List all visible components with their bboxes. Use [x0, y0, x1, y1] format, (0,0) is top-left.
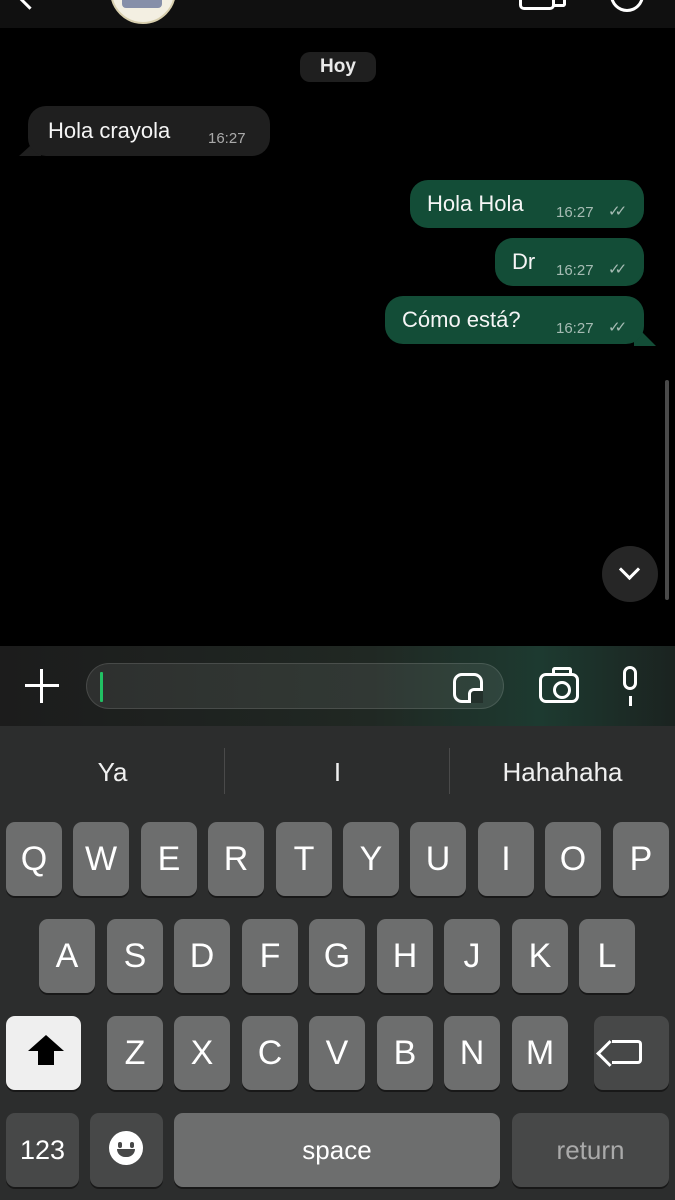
sticker-icon[interactable] — [453, 673, 483, 703]
key-n[interactable]: N — [444, 1016, 500, 1090]
space-key[interactable]: space — [174, 1113, 500, 1187]
text-caret — [100, 672, 103, 702]
key-c[interactable]: C — [242, 1016, 298, 1090]
key-o[interactable]: O — [545, 822, 601, 896]
chat-scrollbar[interactable] — [665, 380, 669, 600]
message-bubble-outgoing[interactable]: Dr 16:27 ✓✓ — [495, 238, 644, 286]
message-time: 16:27 — [208, 130, 246, 147]
read-receipt-icon: ✓✓ — [608, 319, 627, 336]
chevron-down-icon — [618, 558, 641, 581]
backspace-icon — [612, 1040, 642, 1064]
back-icon[interactable] — [13, 0, 46, 10]
key-q[interactable]: Q — [6, 822, 62, 896]
key-w[interactable]: W — [73, 822, 129, 896]
read-receipt-icon: ✓✓ — [608, 261, 627, 278]
emoji-icon — [109, 1131, 143, 1165]
key-y[interactable]: Y — [343, 822, 399, 896]
video-call-icon[interactable] — [519, 0, 566, 10]
key-p[interactable]: P — [613, 822, 669, 896]
key-b[interactable]: B — [377, 1016, 433, 1090]
chat-header — [0, 0, 675, 28]
attach-plus-icon[interactable] — [24, 668, 60, 704]
message-input-field[interactable] — [86, 663, 504, 710]
key-e[interactable]: E — [141, 822, 197, 896]
key-i[interactable]: I — [478, 822, 534, 896]
read-receipt-icon: ✓✓ — [608, 203, 627, 220]
suggestion-2[interactable]: I — [225, 726, 450, 818]
key-l[interactable]: L — [579, 919, 635, 993]
message-text: Cómo está? — [402, 307, 521, 332]
backspace-key[interactable] — [594, 1016, 669, 1090]
key-g[interactable]: G — [309, 919, 365, 993]
key-r[interactable]: R — [208, 822, 264, 896]
message-text: Hola Hola — [427, 191, 524, 216]
message-text: Hola crayola — [48, 118, 171, 143]
key-x[interactable]: X — [174, 1016, 230, 1090]
message-time: 16:27 — [556, 320, 594, 337]
key-m[interactable]: M — [512, 1016, 568, 1090]
message-time: 16:27 — [556, 204, 594, 221]
microphone-icon[interactable] — [617, 666, 643, 706]
suggestion-3[interactable]: Hahahaha — [450, 726, 675, 818]
shift-key[interactable] — [6, 1016, 81, 1090]
key-j[interactable]: J — [444, 919, 500, 993]
message-input[interactable] — [87, 664, 445, 710]
key-k[interactable]: K — [512, 919, 568, 993]
camera-icon[interactable] — [539, 667, 579, 703]
voice-call-icon[interactable] — [610, 0, 644, 12]
message-bubble-outgoing[interactable]: Hola Hola 16:27 ✓✓ — [410, 180, 644, 228]
message-text: Dr — [512, 249, 536, 274]
numbers-key[interactable]: 123 — [6, 1113, 79, 1187]
key-f[interactable]: F — [242, 919, 298, 993]
return-key[interactable]: return — [512, 1113, 669, 1187]
key-z[interactable]: Z — [107, 1016, 163, 1090]
shift-arrow-icon — [28, 1035, 64, 1065]
date-separator: Hoy — [300, 52, 376, 82]
scroll-to-bottom-button[interactable] — [602, 546, 658, 602]
key-d[interactable]: D — [174, 919, 230, 993]
contact-avatar[interactable] — [110, 0, 176, 24]
key-a[interactable]: A — [39, 919, 95, 993]
key-h[interactable]: H — [377, 919, 433, 993]
message-bubble-outgoing[interactable]: Cómo está? 16:27 ✓✓ — [385, 296, 644, 344]
key-s[interactable]: S — [107, 919, 163, 993]
key-u[interactable]: U — [410, 822, 466, 896]
key-v[interactable]: V — [309, 1016, 365, 1090]
message-bubble-incoming[interactable]: Hola crayola 16:27 — [28, 106, 270, 156]
message-time: 16:27 — [556, 262, 594, 279]
emoji-key[interactable] — [90, 1113, 163, 1187]
key-t[interactable]: T — [276, 822, 332, 896]
suggestion-1[interactable]: Ya — [0, 726, 225, 818]
